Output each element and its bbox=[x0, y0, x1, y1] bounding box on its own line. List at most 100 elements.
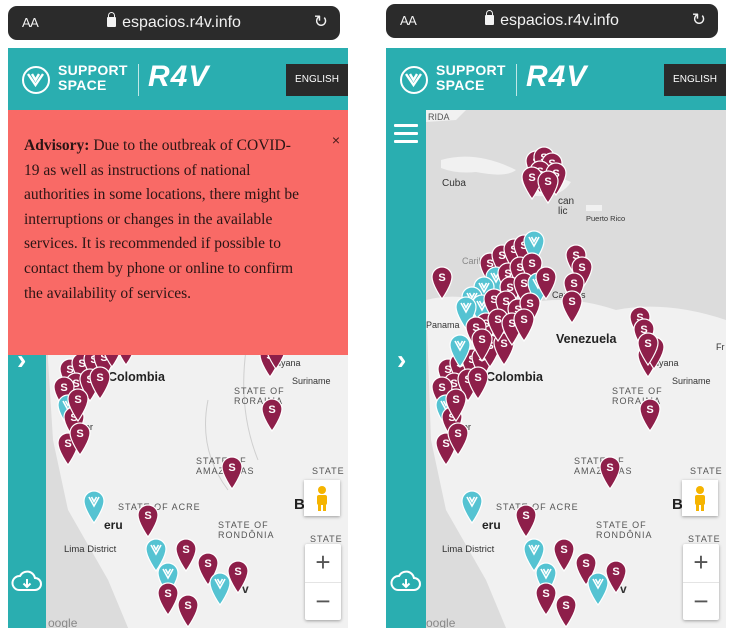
url-text: espacios.r4v.info bbox=[500, 12, 619, 29]
language-button[interactable]: ENGLISH bbox=[286, 64, 348, 96]
brand-line-2: SPACE bbox=[58, 77, 107, 93]
label-rondonia: STATE OF RONDÔNIA bbox=[218, 520, 275, 540]
service-map-marker[interactable]: S bbox=[512, 308, 536, 342]
zoom-in-button[interactable]: + bbox=[683, 544, 719, 582]
zoom-in-button[interactable]: + bbox=[305, 544, 341, 582]
support-space-logo-icon[interactable] bbox=[22, 66, 50, 94]
service-map-marker[interactable]: S bbox=[636, 332, 660, 366]
support-space-logo-icon[interactable] bbox=[400, 66, 428, 94]
close-icon[interactable]: × bbox=[332, 128, 340, 153]
service-map-marker[interactable]: S bbox=[260, 398, 284, 432]
service-map-marker[interactable]: S bbox=[598, 456, 622, 490]
svg-text:S: S bbox=[560, 544, 567, 556]
service-map-marker[interactable]: S bbox=[68, 422, 92, 456]
svg-text:S: S bbox=[542, 272, 549, 284]
label-lima: Lima District bbox=[442, 544, 495, 555]
map-canvas[interactable]: RIDA Cuba can lic Puerto Rico Caribb Car… bbox=[386, 110, 726, 628]
service-map-marker[interactable]: S bbox=[66, 388, 90, 422]
brand-line-1: SUPPORT bbox=[58, 62, 128, 78]
service-map-marker[interactable]: S bbox=[560, 290, 584, 324]
svg-text:S: S bbox=[544, 176, 551, 188]
svg-text:S: S bbox=[96, 372, 103, 384]
service-map-marker[interactable]: S bbox=[514, 504, 538, 538]
svg-text:S: S bbox=[268, 404, 275, 416]
svg-text:S: S bbox=[438, 272, 445, 284]
brand-name[interactable]: SUPPORT SPACE bbox=[436, 63, 506, 93]
support-space-map-marker[interactable] bbox=[448, 334, 472, 368]
support-space-map-marker[interactable] bbox=[460, 490, 484, 524]
svg-text:S: S bbox=[474, 372, 481, 384]
chevron-right-icon[interactable]: › bbox=[397, 344, 406, 376]
r4v-logo[interactable]: R4V bbox=[526, 60, 587, 94]
service-map-marker[interactable]: S bbox=[536, 170, 560, 204]
google-watermark: oogle bbox=[48, 616, 78, 628]
svg-text:S: S bbox=[144, 510, 151, 522]
service-map-marker[interactable]: S bbox=[88, 366, 112, 400]
browser-url-bar[interactable]: AA espacios.r4v.info ↻ bbox=[386, 4, 718, 38]
url-display[interactable]: espacios.r4v.info bbox=[386, 10, 718, 30]
service-map-marker[interactable]: S bbox=[430, 266, 454, 300]
brand-name[interactable]: SUPPORT SPACE bbox=[58, 63, 128, 93]
label-peru: eru bbox=[104, 518, 123, 532]
service-map-marker[interactable]: S bbox=[604, 560, 628, 594]
service-map-marker[interactable]: S bbox=[176, 594, 200, 628]
advisory-title: Advisory: bbox=[24, 137, 90, 154]
advisory-body: Due to the outbreak of COVID-19 as well … bbox=[24, 137, 300, 302]
browser-url-bar[interactable]: AA espacios.r4v.info ↻ bbox=[8, 6, 340, 40]
svg-text:S: S bbox=[164, 588, 171, 600]
service-map-marker[interactable]: S bbox=[554, 594, 578, 628]
label-lima: Lima District bbox=[64, 544, 117, 555]
url-display[interactable]: espacios.r4v.info bbox=[8, 12, 340, 32]
svg-text:S: S bbox=[184, 600, 191, 612]
reload-icon[interactable]: ↻ bbox=[692, 10, 706, 30]
header-divider bbox=[138, 64, 139, 96]
reload-icon[interactable]: ↻ bbox=[314, 12, 328, 32]
language-button[interactable]: ENGLISH bbox=[664, 64, 726, 96]
service-map-marker[interactable]: S bbox=[446, 422, 470, 456]
label-venezuela: Venezuela bbox=[556, 332, 617, 346]
service-map-marker[interactable]: S bbox=[466, 366, 490, 400]
svg-text:S: S bbox=[204, 558, 211, 570]
pegman-icon[interactable] bbox=[682, 480, 718, 516]
svg-text:S: S bbox=[646, 404, 653, 416]
svg-text:S: S bbox=[182, 544, 189, 556]
svg-text:S: S bbox=[454, 428, 461, 440]
brand-line-1: SUPPORT bbox=[436, 62, 506, 78]
svg-text:S: S bbox=[452, 394, 459, 406]
svg-text:S: S bbox=[568, 296, 575, 308]
cloud-download-icon[interactable] bbox=[390, 570, 422, 594]
zoom-out-button[interactable]: − bbox=[683, 582, 719, 620]
url-text: espacios.r4v.info bbox=[122, 14, 241, 31]
phone-screenshot-right: AA espacios.r4v.info ↻ SUPPORT SPACE R4V … bbox=[386, 0, 726, 628]
service-map-marker[interactable]: S bbox=[136, 504, 160, 538]
label-cuba: Cuba bbox=[442, 178, 466, 189]
service-map-marker[interactable]: S bbox=[638, 398, 662, 432]
service-map-marker[interactable]: S bbox=[226, 560, 250, 594]
r4v-logo[interactable]: R4V bbox=[148, 60, 209, 94]
support-space-map-marker[interactable] bbox=[82, 490, 106, 524]
service-map-marker[interactable]: S bbox=[470, 328, 494, 362]
label-suriname: Suriname bbox=[292, 376, 331, 386]
service-map-marker[interactable]: S bbox=[444, 388, 468, 422]
hamburger-icon[interactable] bbox=[394, 124, 418, 144]
cloud-download-icon[interactable] bbox=[11, 570, 43, 594]
svg-text:S: S bbox=[522, 510, 529, 522]
pegman-icon[interactable] bbox=[304, 480, 340, 516]
label-peru: eru bbox=[482, 518, 501, 532]
label-colombia: Colombia bbox=[108, 370, 165, 384]
label-rondonia-1: STATE OF bbox=[218, 520, 269, 530]
label-roraima-1: STATE OF bbox=[612, 386, 663, 396]
label-roraima-1: STATE OF bbox=[234, 386, 285, 396]
zoom-out-button[interactable]: − bbox=[305, 582, 341, 620]
covid-advisory-banner: Advisory: Due to the outbreak of COVID-1… bbox=[8, 110, 348, 355]
side-panel-collapsed[interactable]: › bbox=[386, 110, 426, 628]
label-state-right: STATE bbox=[312, 466, 345, 476]
label-rondonia-2: RONDÔNIA bbox=[218, 530, 275, 540]
label-fr: Fr bbox=[716, 342, 725, 352]
zoom-control: + − bbox=[305, 544, 341, 620]
site-header: SUPPORT SPACE R4V ENGLISH bbox=[386, 48, 726, 110]
service-map-marker[interactable]: S bbox=[220, 456, 244, 490]
svg-text:S: S bbox=[562, 600, 569, 612]
label-colombia: Colombia bbox=[486, 370, 543, 384]
brand-line-2: SPACE bbox=[436, 77, 485, 93]
